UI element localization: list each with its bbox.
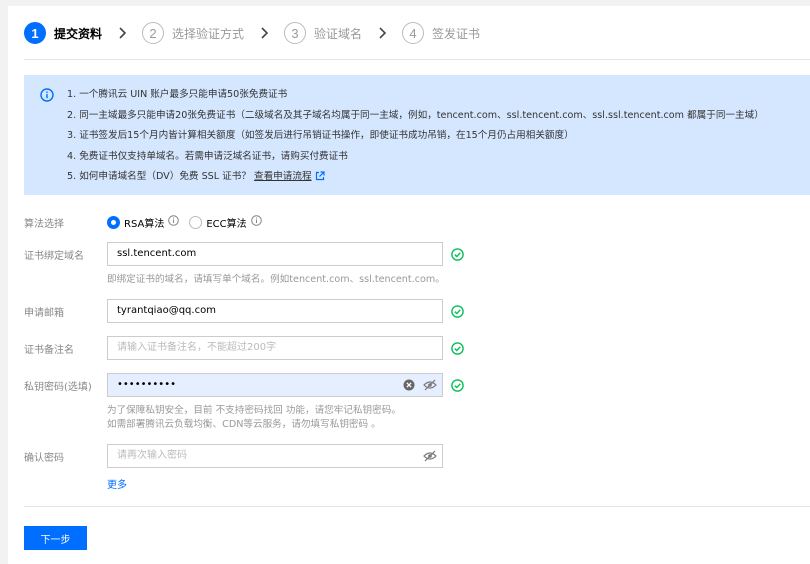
check-circle-icon [451, 248, 464, 261]
external-link-icon[interactable] [315, 169, 325, 189]
domain-input[interactable]: ssl.tencent.com [107, 242, 443, 266]
notice-item-text: 5. 如何申请域名型（DV）免费 SSL 证书？ [67, 171, 251, 182]
notice-item: 2. 同一主域最多只能申请20张免费证书（二级域名及其子域名均属于同一主域，例如… [67, 109, 764, 121]
algorithm-label: 算法选择 [24, 219, 64, 230]
email-label: 申请邮箱 [24, 308, 64, 319]
chevron-right-icon [362, 27, 402, 39]
notice-item: 4. 免费证书仅支持单域名。若需申请泛域名证书，请购买付费证书 [67, 150, 348, 162]
step-2-label: 选择验证方式 [172, 26, 245, 41]
step-3-label: 验证域名 [314, 26, 363, 41]
eye-off-icon[interactable] [423, 450, 437, 462]
step-1: 1 提交资料 [24, 21, 102, 45]
step-indicator: 1 提交资料 2 选择验证方式 3 验证域名 4 签发证书 [24, 21, 480, 45]
info-icon[interactable] [168, 215, 180, 229]
info-icon [40, 88, 54, 105]
password-field-icons [395, 379, 437, 391]
next-step-button[interactable]: 下一步 [24, 526, 87, 550]
step-4-number: 4 [402, 22, 425, 44]
check-circle-icon [451, 342, 464, 355]
info-icon[interactable] [250, 215, 262, 229]
rsa-radio[interactable]: RSA算法 [107, 215, 180, 230]
step-1-label: 提交资料 [54, 26, 103, 41]
page: 1 提交资料 2 选择验证方式 3 验证域名 4 签发证书 1. 一个腾讯云 U… [8, 6, 810, 564]
confirm-password-input[interactable]: 请再次输入密码 [107, 444, 443, 468]
check-circle-icon [451, 305, 464, 318]
step-3: 3 验证域名 [284, 21, 362, 45]
remark-input[interactable]: 请输入证书备注名，不能超过200字 [107, 336, 443, 360]
password-help-text-1: 为了保障私钥安全，目前 不支持密码找回 功能，请您牢记私钥密码。 [107, 405, 401, 416]
password-input[interactable]: •••••••••• [107, 373, 443, 397]
password-help-text-2: 如需部署腾讯云负载均衡、CDN等云服务，请勿填写私钥密码 。 [107, 419, 381, 430]
radio-dot[interactable] [107, 215, 120, 229]
password-label: 私钥密码(选填) [24, 382, 92, 393]
step-3-number: 3 [284, 22, 307, 44]
domain-help-text: 即绑定证书的域名，请填写单个域名。例如tencent.com、ssl.tence… [107, 274, 445, 285]
confirm-password-placeholder: 请再次输入密码 [117, 450, 187, 461]
eye-off-icon[interactable] [423, 379, 437, 391]
apply-process-link[interactable]: 查看申请流程 [254, 171, 312, 182]
notice-panel: 1. 一个腾讯云 UIN 账户最多只能申请50张免费证书 2. 同一主域最多只能… [24, 75, 810, 195]
remark-label: 证书备注名 [24, 345, 74, 356]
confirm-password-label: 确认密码 [24, 453, 64, 464]
notice-item: 1. 一个腾讯云 UIN 账户最多只能申请50张免费证书 [67, 89, 288, 100]
step-4: 4 签发证书 [402, 21, 480, 45]
notice-item: 3. 证书签发后15个月内皆计算相关额度（如签发后进行吊销证书操作，即使证书成功… [67, 130, 574, 141]
clear-icon[interactable] [403, 379, 415, 391]
chevron-right-icon [102, 27, 142, 39]
radio-dot[interactable] [189, 215, 203, 229]
domain-label: 证书绑定域名 [24, 251, 84, 262]
confirm-field-icons [415, 450, 437, 462]
step-2: 2 选择验证方式 [142, 21, 244, 45]
divider [24, 59, 810, 60]
rsa-radio-label[interactable]: RSA算法 [124, 215, 164, 230]
algorithm-radio-group: RSA算法 ECC算法 [107, 214, 272, 230]
divider [24, 506, 810, 507]
password-value: •••••••••• [117, 379, 176, 390]
step-1-number: 1 [24, 22, 46, 44]
check-circle-icon [451, 379, 464, 392]
chevron-right-icon [244, 27, 284, 39]
ecc-radio-label[interactable]: ECC算法 [206, 215, 246, 230]
step-4-label: 签发证书 [432, 26, 481, 41]
notice-item: 5. 如何申请域名型（DV）免费 SSL 证书？ 查看申请流程 [67, 167, 810, 188]
step-2-number: 2 [142, 22, 165, 44]
email-input[interactable]: tyrantqiao@qq.com [107, 299, 443, 323]
ecc-radio[interactable]: ECC算法 [189, 215, 262, 230]
more-options-link[interactable]: 更多 [107, 476, 127, 491]
